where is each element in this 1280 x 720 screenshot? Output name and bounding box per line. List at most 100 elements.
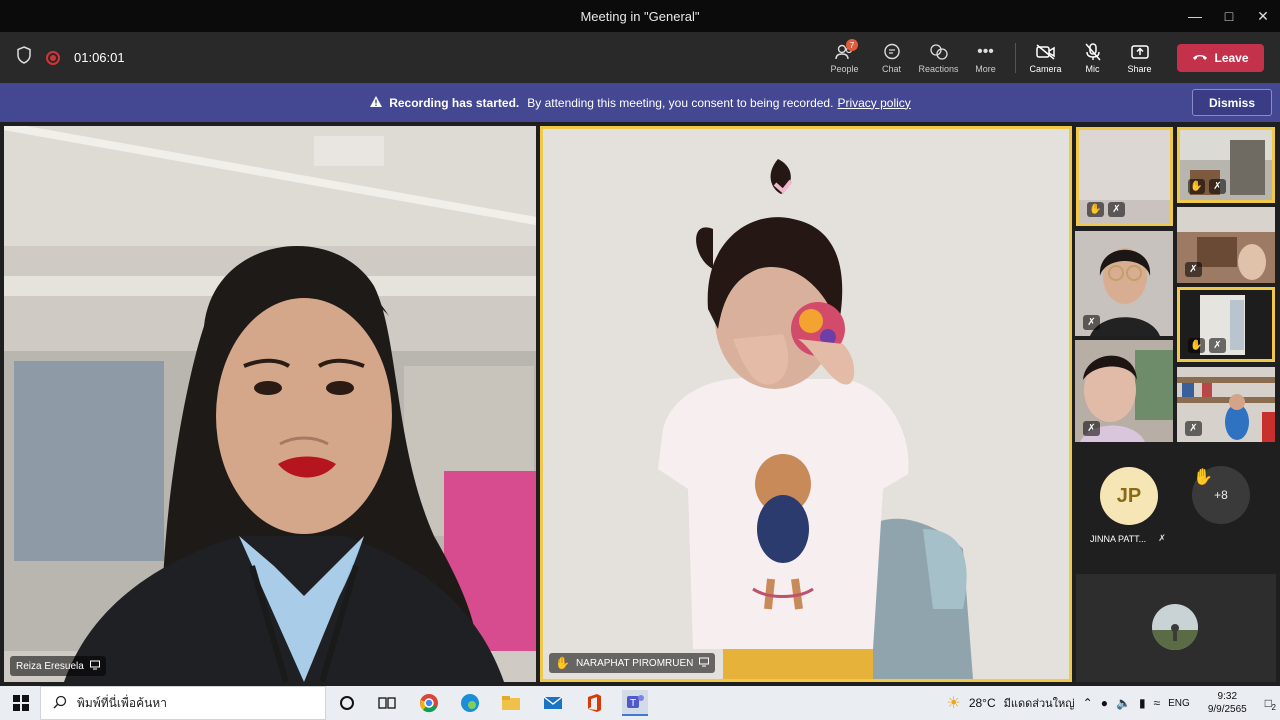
raised-hand-icon: ✋ (555, 656, 570, 670)
mic-muted-icon: ✗ (1209, 338, 1226, 353)
minimize-button[interactable]: — (1178, 0, 1212, 32)
notification-count: 2 (1271, 703, 1276, 712)
raised-hand-icon: ✋ (1188, 179, 1205, 194)
participant-thumbnail[interactable]: ✗ (1075, 231, 1173, 336)
screen-share-icon (699, 657, 710, 670)
avatar: JP (1100, 467, 1158, 525)
people-button[interactable]: 7 People (821, 32, 868, 83)
meeting-timer: 01:06:01 (74, 50, 125, 65)
weather-icon: ☀ (946, 695, 961, 712)
leave-label: Leave (1214, 50, 1249, 65)
participant-name-tag: Reiza Eresuela (10, 656, 106, 676)
os-taskbar: พิมพ์ที่นี่เพื่อค้นหา T ☀ 28°C มีแดดส่วน… (0, 686, 1280, 720)
notification-icon[interactable]: □ 2 (1265, 696, 1276, 712)
people-label: People (830, 63, 859, 74)
clock[interactable]: 9:32 9/9/2565 (1208, 690, 1247, 716)
participant-video-center[interactable]: ✋ NARAPHAT PIROMRUEN (540, 126, 1072, 682)
teams-icon[interactable]: T (622, 690, 648, 716)
share-icon (1130, 42, 1150, 62)
taskbar-search[interactable]: พิมพ์ที่นี่เพื่อค้นหา (40, 686, 326, 720)
chat-label: Chat (881, 63, 901, 74)
office-icon[interactable] (581, 690, 607, 716)
share-button[interactable]: Share (1116, 32, 1163, 83)
video-stage: Reiza Eresuela ✋ NARAPHAT PIROMRUEN ✋ ✗ … (0, 122, 1280, 686)
participant-name: Reiza Eresuela (16, 660, 84, 672)
mail-icon[interactable] (540, 690, 566, 716)
search-placeholder: พิมพ์ที่นี่เพื่อค้นหา (77, 695, 167, 710)
volume-icon[interactable]: 🔈 (1116, 696, 1131, 710)
more-participants-count: +8 (1214, 488, 1228, 502)
chat-button[interactable]: Chat (868, 32, 915, 83)
mic-label: Mic (1085, 63, 1100, 74)
mic-muted-icon: ✗ (1185, 421, 1202, 436)
camera-button[interactable]: Camera (1022, 32, 1069, 83)
raised-hand-icon: ✋ (1087, 202, 1104, 217)
weather-temp[interactable]: 28°C (969, 696, 996, 710)
reactions-button[interactable]: Reactions (915, 32, 962, 83)
avatar-initials: JP (1116, 484, 1142, 507)
self-avatar[interactable] (1152, 604, 1198, 650)
file-explorer-icon[interactable] (498, 690, 524, 716)
shield-icon[interactable] (16, 46, 32, 69)
phone-hangup-icon (1192, 51, 1208, 65)
reactions-icon (928, 42, 950, 62)
raised-hand-icon: ✋ (1193, 469, 1213, 486)
windows-icon (13, 695, 29, 711)
mic-muted-icon: ✗ (1158, 533, 1166, 543)
keyboard-language[interactable]: ENG (1168, 698, 1190, 709)
window-title: Meeting in "General" (580, 8, 700, 24)
clock-date: 9/9/2565 (1207, 704, 1247, 715)
maximize-button[interactable]: □ (1212, 0, 1246, 32)
participant-name-tag: ✋ NARAPHAT PIROMRUEN (549, 653, 716, 673)
close-button[interactable]: ✕ (1246, 0, 1280, 32)
mic-muted-icon: ✗ (1209, 179, 1226, 194)
svg-text:T: T (630, 698, 636, 709)
mic-muted-icon: ✗ (1083, 315, 1100, 330)
search-icon (53, 695, 67, 712)
self-view-panel (1076, 574, 1276, 682)
warning-icon (369, 95, 383, 111)
participant-thumbnail[interactable]: ✋ ✗ (1177, 287, 1275, 362)
mic-muted-icon: ✗ (1185, 262, 1202, 277)
participant-thumbnail[interactable]: ✋ ✗ (1076, 127, 1173, 226)
edge-icon[interactable] (457, 690, 483, 716)
mic-off-icon (1084, 42, 1102, 62)
microphone-icon[interactable]: ● (1101, 696, 1108, 710)
participant-thumbnail[interactable]: ✗ (1075, 340, 1173, 442)
meeting-toolbar: 01:06:01 7 People Chat Reactions ••• Mor… (0, 32, 1280, 83)
chat-icon (882, 42, 902, 62)
start-button[interactable] (8, 690, 34, 716)
share-label: Share (1127, 63, 1152, 74)
clock-time: 9:32 (1217, 691, 1238, 702)
chrome-icon[interactable] (416, 690, 442, 716)
banner-message: By attending this meeting, you consent t… (527, 95, 834, 110)
battery-icon[interactable]: ▮ (1139, 696, 1146, 710)
camera-label: Camera (1029, 63, 1062, 74)
leave-button[interactable]: Leave (1177, 43, 1264, 72)
raised-hand-icon: ✋ (1188, 338, 1205, 353)
participant-avatar-tile[interactable]: JP JINNA PATT... ✗ (1076, 447, 1176, 567)
toolbar-divider (1015, 42, 1016, 73)
screen-share-icon (89, 660, 100, 673)
mic-muted-icon: ✗ (1108, 202, 1125, 217)
window-titlebar: Meeting in "General" — □ ✕ (0, 0, 1280, 32)
mic-muted-icon: ✗ (1083, 421, 1100, 436)
dismiss-button[interactable]: Dismiss (1192, 89, 1272, 116)
chevron-up-icon[interactable]: ⌃ (1083, 696, 1093, 710)
cortana-icon[interactable] (334, 690, 360, 716)
banner-title: Recording has started. (389, 95, 520, 110)
privacy-policy-link[interactable]: Privacy policy (837, 96, 910, 110)
participant-video-left[interactable]: Reiza Eresuela (4, 126, 536, 682)
mic-button[interactable]: Mic (1069, 32, 1116, 83)
task-view-icon[interactable] (374, 690, 400, 716)
more-button[interactable]: ••• More (962, 32, 1009, 83)
wifi-icon[interactable]: ≈ (1154, 696, 1161, 710)
weather-desc[interactable]: มีแดดส่วนใหญ่ (1004, 694, 1075, 712)
system-tray: ☀ 28°C มีแดดส่วนใหญ่ ⌃ ● 🔈 ▮ ≈ ENG 9:32 … (946, 686, 1280, 720)
participant-thumbnail[interactable]: ✗ (1177, 367, 1275, 442)
recording-icon (46, 50, 60, 65)
reactions-label: Reactions (918, 63, 959, 74)
participant-thumbnail[interactable]: ✗ (1177, 207, 1275, 283)
participant-thumbnail[interactable]: ✋ ✗ (1177, 127, 1275, 203)
more-label: More (975, 63, 996, 74)
